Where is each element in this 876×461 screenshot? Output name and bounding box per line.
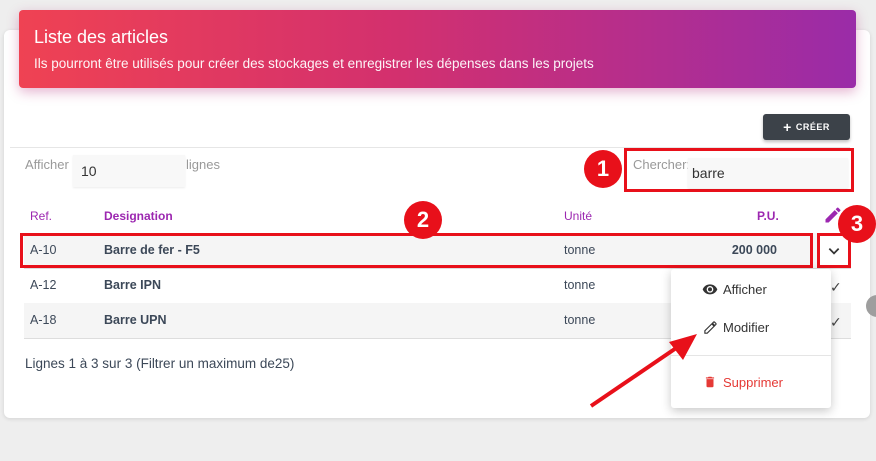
- column-header-unit[interactable]: Unité: [564, 209, 592, 223]
- cell-unit: tonne: [564, 278, 596, 292]
- search-label: Chercher:: [633, 157, 691, 172]
- menu-item-view-label: Afficher: [723, 281, 767, 297]
- annotation-badge-2: 2: [404, 201, 442, 239]
- page-subtitle: Ils pourront être utilisés pour créer de…: [34, 56, 594, 71]
- column-header-price[interactable]: P.U.: [757, 209, 779, 223]
- annotation-badge-3: 3: [838, 205, 876, 243]
- cell-designation: Barre IPN: [104, 278, 161, 292]
- annotation-badge-1: 1: [584, 150, 622, 188]
- cell-designation: Barre UPN: [104, 313, 167, 327]
- cell-ref: A-18: [30, 313, 57, 327]
- cell-unit: tonne: [564, 313, 596, 327]
- chevron-down-icon: [828, 247, 840, 255]
- create-button[interactable]: + CRÉER: [763, 114, 850, 140]
- page-title: Liste des articles: [34, 27, 169, 47]
- menu-item-view[interactable]: Afficher: [671, 274, 831, 304]
- check-icon[interactable]: ✓: [830, 314, 842, 331]
- menu-item-delete-label: Supprimer: [723, 374, 783, 390]
- search-input[interactable]: [688, 158, 848, 188]
- eye-icon: [701, 280, 719, 298]
- rows-label: lignes: [186, 157, 220, 172]
- annotation-arrow: [589, 334, 697, 408]
- create-button-label: CRÉER: [795, 122, 830, 132]
- plus-icon: +: [783, 119, 792, 135]
- table-info: Lignes 1 à 3 sur 3 (Filtrer un maximum d…: [25, 356, 295, 371]
- menu-item-edit-label: Modifier: [723, 319, 770, 335]
- column-header-ref[interactable]: Ref.: [30, 209, 52, 223]
- show-entries-label: Afficher: [25, 157, 69, 172]
- cell-ref: A-12: [30, 278, 57, 292]
- page-length-input[interactable]: [73, 155, 185, 187]
- column-header-designation[interactable]: Designation: [104, 209, 173, 223]
- check-icon[interactable]: ✓: [830, 279, 842, 296]
- row-highlight: [20, 233, 813, 268]
- page-header: Liste des articles Ils pourront être uti…: [19, 10, 856, 88]
